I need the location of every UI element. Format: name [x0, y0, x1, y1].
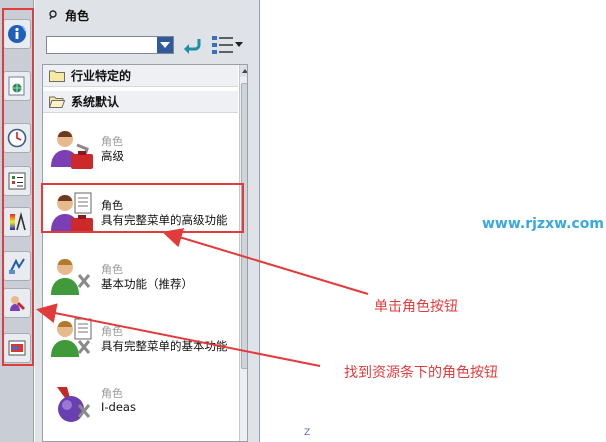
- role-name: 高级: [101, 149, 124, 163]
- role-essentials-full-menus-icon: [51, 318, 92, 357]
- folder-industry-specific[interactable]: 行业特定的: [43, 65, 238, 87]
- back-arrow-icon: [184, 39, 201, 54]
- chevron-down-icon[interactable]: [157, 37, 173, 53]
- role-item-essentials-full-menus[interactable]: 角色 具有完整菜单的基本功能: [43, 313, 238, 369]
- panel-title-text: 角色: [65, 8, 90, 23]
- role-category: 角色: [101, 135, 123, 148]
- folder-icon: [49, 70, 65, 82]
- role-item-ideas[interactable]: 角色 I-deas: [43, 375, 238, 431]
- role-category: 角色: [101, 325, 123, 338]
- highlight-resource-bar: [2, 8, 34, 366]
- role-advanced-icon: [51, 131, 93, 169]
- role-item-essentials[interactable]: 角色 基本功能（推荐）: [43, 251, 238, 307]
- role-name: 基本功能（推荐）: [101, 277, 193, 291]
- highlight-role-item: [41, 183, 244, 233]
- pin-icon[interactable]: [47, 9, 59, 21]
- annotation-find-role: 找到资源条下的角色按钮: [344, 365, 498, 381]
- chevron-down-icon: [235, 42, 243, 47]
- role-filter-combo[interactable]: [46, 36, 174, 54]
- watermark: www.rjzxw.com: [482, 216, 604, 232]
- role-ideas-icon: [57, 387, 91, 422]
- folder-system-default[interactable]: 系统默认: [43, 91, 238, 113]
- folder-label: 系统默认: [71, 95, 120, 109]
- role-category: 角色: [101, 263, 123, 276]
- folder-label: 行业特定的: [71, 69, 132, 83]
- back-button[interactable]: [181, 35, 203, 55]
- role-essentials-icon: [51, 259, 91, 295]
- roles-list: 行业特定的 系统默认 角色 高级 角色 具有完整菜单的高级功能 角色 基本功能（…: [42, 64, 248, 442]
- role-category: 角色: [101, 387, 123, 400]
- axis-z-label: Z: [304, 428, 311, 438]
- annotation-click-role: 单击角色按钮: [374, 299, 458, 315]
- scroll-up-arrow[interactable]: [240, 65, 247, 77]
- list-scrollbar[interactable]: [239, 65, 247, 441]
- role-name: I-deas: [101, 400, 136, 414]
- folder-open-icon: [49, 96, 65, 108]
- list-view-icon: [212, 36, 233, 54]
- view-options-button[interactable]: [211, 34, 247, 56]
- role-item-advanced[interactable]: 角色 高级: [43, 123, 238, 179]
- panel-title: 角色: [47, 6, 89, 24]
- role-name: 具有完整菜单的基本功能: [101, 339, 228, 353]
